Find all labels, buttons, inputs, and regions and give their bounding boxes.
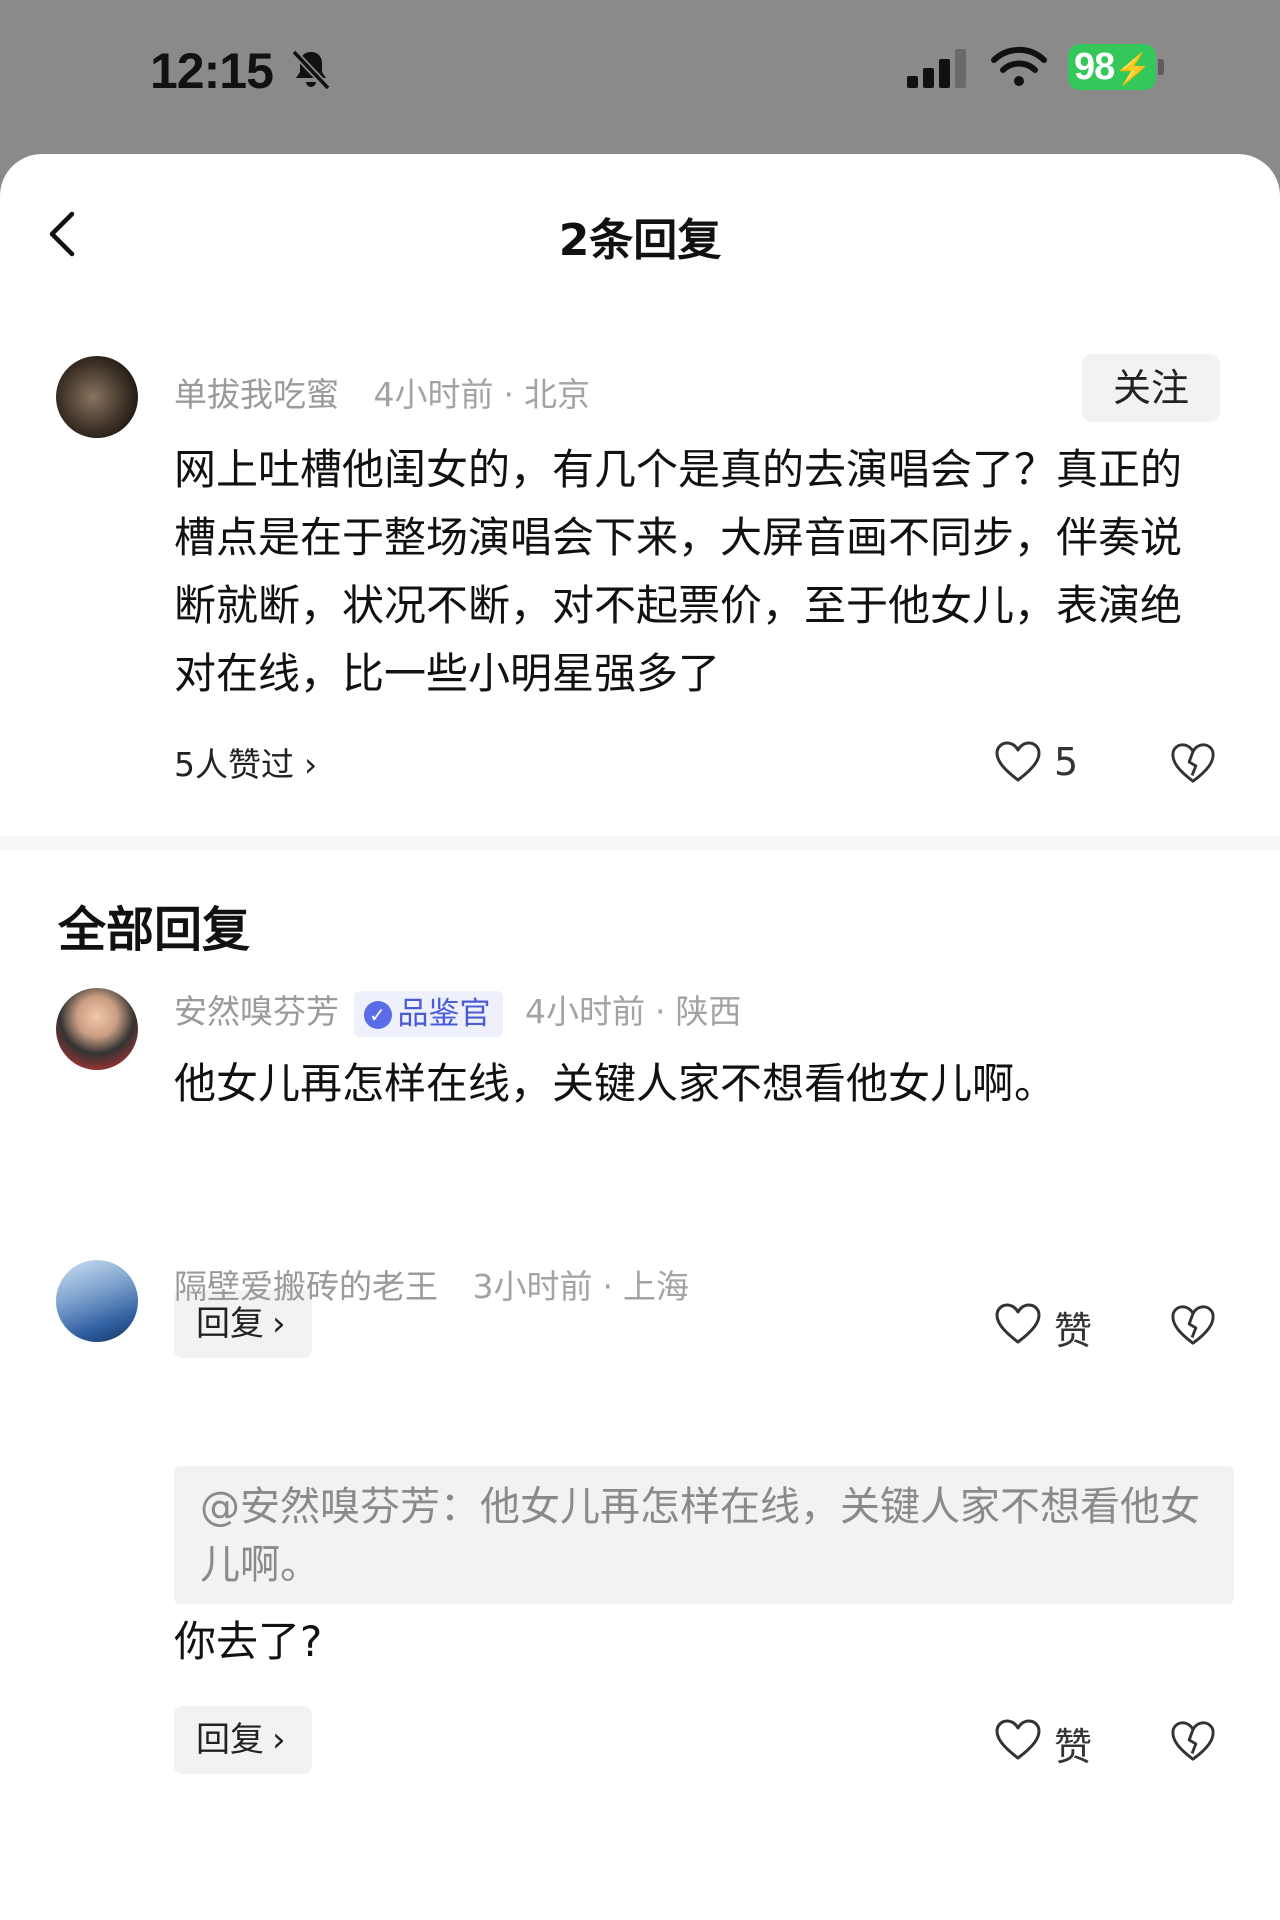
battery-cap — [1158, 59, 1164, 75]
heart-outline-icon[interactable] — [994, 1302, 1042, 1346]
verified-badge: ✓ 品鉴官 — [353, 990, 503, 1037]
reply-button-label: 回复 — [196, 1304, 264, 1344]
bell-muted-icon — [291, 49, 331, 91]
wifi-icon — [991, 46, 1047, 86]
reply-time: 4小时前 — [525, 992, 645, 1031]
meta-separator: · — [503, 375, 515, 414]
reply-button[interactable]: 回复 › — [174, 1706, 312, 1774]
charging-bolt-icon: ⚡ — [1114, 53, 1151, 86]
comment-text: 网上吐槽他闺女的，有几个是真的去演唱会了？真正的槽点是在于整场演唱会下来，大屏音… — [174, 445, 1183, 698]
reply-text: 你去了? — [174, 1617, 323, 1666]
broken-heart-icon[interactable] — [1170, 1302, 1216, 1348]
reply-meta: 安然嗅芬芳 ✓ 品鉴官 4小时前 · 陕西 — [174, 984, 742, 1040]
comment-meta: 单拔我吃蜜 4小时前 · 北京 — [174, 368, 590, 416]
reply-button-label: 回复 — [196, 1720, 264, 1760]
badge-label: 品鉴官 — [397, 995, 491, 1032]
avatar[interactable] — [56, 356, 138, 438]
likers-label: 5人赞过 — [174, 745, 294, 784]
reply-text: 他女儿再怎样在线，关键人家不想看他女儿啊。 — [174, 1059, 1057, 1108]
like-label[interactable]: 赞 — [1054, 1300, 1092, 1355]
section-divider — [0, 836, 1280, 850]
chevron-right-icon: › — [272, 1720, 286, 1760]
reply-time: 3小时前 — [472, 1267, 593, 1306]
likers-link[interactable]: 5人赞过 › — [174, 738, 317, 786]
broken-heart-icon[interactable] — [1170, 1718, 1216, 1764]
meta-separator: · — [602, 1267, 614, 1306]
section-title: 全部回复 — [58, 902, 251, 958]
chevron-right-icon: › — [272, 1304, 286, 1344]
like-count: 5 — [1054, 740, 1079, 784]
username[interactable]: 单拔我吃蜜 — [174, 375, 339, 414]
reply-sheet: 2条回复 单拔我吃蜜 4小时前 · 北京 关注 网上吐槽他闺女的，有几个是真的去演唱… — [0, 154, 1280, 1920]
battery-indicator: 98⚡ — [1068, 44, 1164, 90]
meta-separator: · — [655, 992, 666, 1031]
quoted-reply: @安然嗅芬芳：他女儿再怎样在线，关键人家不想看他女儿啊。 — [174, 1466, 1234, 1604]
avatar[interactable] — [56, 988, 138, 1070]
comment-time: 4小时前 — [373, 375, 494, 414]
like-label[interactable]: 赞 — [1054, 1716, 1092, 1771]
chevron-right-icon: › — [304, 745, 318, 784]
status-time: 12:15 — [150, 43, 274, 99]
status-bar: 12:15 98⚡ — [0, 0, 1280, 150]
page-title: 2条回复 — [558, 215, 722, 266]
reply-meta: 隔壁爱搬砖的老王 3小时前 · 上海 — [174, 1260, 689, 1308]
cellular-signal-icon — [907, 49, 966, 88]
heart-outline-icon[interactable] — [994, 1718, 1042, 1762]
heart-outline-icon[interactable] — [994, 740, 1042, 784]
reply-location: 陕西 — [675, 992, 742, 1031]
verified-check-icon: ✓ — [363, 1000, 392, 1029]
reply-location: 上海 — [623, 1267, 689, 1306]
broken-heart-icon[interactable] — [1170, 740, 1216, 786]
battery-level: 98⚡ — [1068, 44, 1156, 90]
avatar[interactable] — [56, 1260, 138, 1342]
username[interactable]: 安然嗅芬芳 — [174, 992, 339, 1031]
comment-location: 北京 — [524, 375, 590, 414]
follow-button[interactable]: 关注 — [1082, 354, 1220, 422]
username[interactable]: 隔壁爱搬砖的老王 — [174, 1267, 438, 1306]
